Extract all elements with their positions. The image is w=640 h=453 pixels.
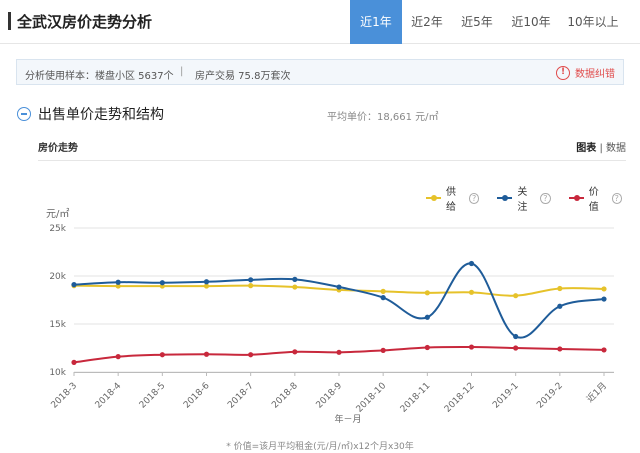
x-tick-label: 2018-11 <box>399 381 433 415</box>
data-correction-link[interactable]: ! 数据纠错 <box>556 65 615 80</box>
series-point-1 <box>292 276 298 282</box>
x-tick-label: 2018-12 <box>443 381 477 415</box>
tab-2-years[interactable]: 近2年 <box>402 0 452 44</box>
y-tick-label: 25k <box>49 224 66 234</box>
value-footnote: * 价值=该月平均租金(元/月/㎡)x12个月x30年 <box>226 442 414 452</box>
view-data-button[interactable]: 数据 <box>606 143 626 154</box>
x-tick-label: 2018-4 <box>94 381 124 411</box>
series-point-0 <box>601 286 607 292</box>
title-accent-bar <box>8 12 11 30</box>
series-point-2 <box>513 345 519 351</box>
page-header: 全武汉房价走势分析 近1年 近2年 近5年 近10年 10年以上 <box>0 0 640 44</box>
series-point-2 <box>380 347 386 353</box>
series-point-0 <box>513 293 519 299</box>
y-tick-label: 15k <box>49 320 66 330</box>
series-point-0 <box>557 285 563 292</box>
series-point-0 <box>380 288 386 294</box>
x-tick-label: 2018-10 <box>355 381 389 415</box>
period-tabs: 近1年 近2年 近5年 近10年 10年以上 <box>350 0 626 44</box>
tab-10-years[interactable]: 近10年 <box>502 0 560 44</box>
sample-info-bar: 分析使用样本：楼盘小区 5637个 | 房产交易 75.8万套次 ! 数据纠错 <box>16 59 624 85</box>
view-chart-button[interactable]: 图表 <box>576 143 596 154</box>
collapse-icon[interactable] <box>17 107 31 121</box>
exclamation-icon: ! <box>556 65 570 80</box>
panel-label: 房价走势 <box>38 143 78 154</box>
x-tick-label: 近1月 <box>584 380 609 405</box>
series-point-1 <box>601 296 607 302</box>
series-point-1 <box>248 277 254 283</box>
average-price: 平均单价：18,661 元/㎡ <box>327 112 439 123</box>
x-tick-label: 2018-3 <box>50 381 80 411</box>
series-point-2 <box>248 352 254 358</box>
series-point-0 <box>292 284 298 290</box>
series-point-2 <box>468 344 475 350</box>
series-point-1 <box>468 260 475 267</box>
series-point-1 <box>159 280 165 286</box>
series-point-1 <box>424 314 430 320</box>
section-title: 出售单价走势和结构 <box>38 107 164 123</box>
y-tick-label: 10k <box>49 368 66 378</box>
page-title: 全武汉房价走势分析 <box>17 13 153 31</box>
series-point-2 <box>292 349 298 355</box>
tab-1-year[interactable]: 近1年 <box>350 0 402 44</box>
series-point-2 <box>336 349 342 355</box>
data-correction-label: 数据纠错 <box>575 69 615 80</box>
series-point-2 <box>601 347 607 353</box>
price-trend-chart: 10k 15k 20k 25k 2018-3 2018-4 2018-5 2018-6 2018… <box>49 224 614 425</box>
sample-count: 分析使用样本：楼盘小区 5637个 <box>25 71 174 82</box>
trade-count: 房产交易 75.8万套次 <box>195 71 291 82</box>
series-point-0 <box>424 290 430 296</box>
x-tick-label: 2019-1 <box>491 381 521 411</box>
x-tick-label: 2019-2 <box>535 381 565 411</box>
info-separator: | <box>180 66 184 77</box>
series-point-1 <box>380 295 386 301</box>
x-tick-label: 2018-7 <box>226 381 256 411</box>
panel-divider <box>38 160 626 161</box>
series-point-1 <box>115 279 121 285</box>
series-point-1 <box>71 282 77 288</box>
series-point-1 <box>336 284 342 290</box>
tab-over-10-years[interactable]: 10年以上 <box>560 0 626 44</box>
x-tick-label: 2018-6 <box>182 381 212 411</box>
series-point-2 <box>557 346 563 352</box>
x-tick-label: 2018-5 <box>138 381 168 411</box>
series-line-1 <box>73 262 605 339</box>
view-separator: | <box>599 143 603 154</box>
y-tick-label: 20k <box>49 272 66 282</box>
x-tick-label: 2018-9 <box>315 381 345 411</box>
view-toggle: 图表 | 数据 <box>576 139 626 154</box>
x-tick-label: 2018-8 <box>270 381 300 411</box>
series-point-1 <box>557 303 563 309</box>
series-point-2 <box>159 352 165 358</box>
series-point-2 <box>71 359 77 365</box>
x-axis-title: 年－月 <box>334 413 361 425</box>
series-point-2 <box>115 354 121 360</box>
series-point-2 <box>203 351 210 357</box>
series-point-1 <box>513 333 519 340</box>
series-point-0 <box>468 289 475 295</box>
tab-5-years[interactable]: 近5年 <box>452 0 502 44</box>
series-point-2 <box>424 344 430 351</box>
series-point-0 <box>248 283 254 289</box>
series-point-1 <box>203 279 210 285</box>
